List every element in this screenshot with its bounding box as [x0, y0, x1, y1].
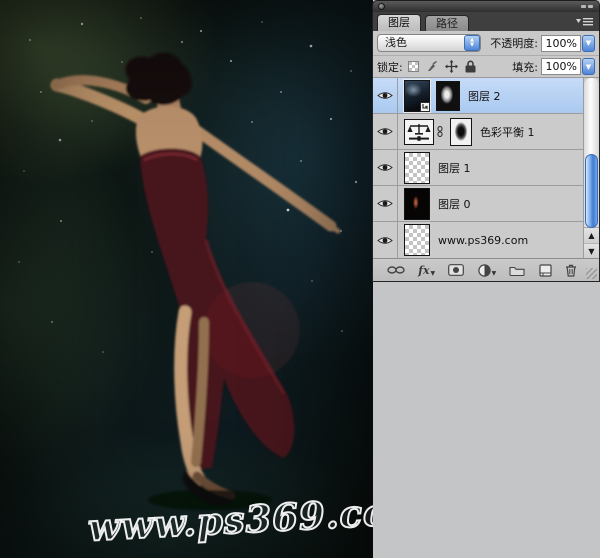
layer-thumbnail[interactable] — [404, 80, 430, 112]
blend-mode-select[interactable]: 浅色 ▲▼ — [377, 34, 481, 52]
scrollbar-thumb[interactable] — [585, 154, 598, 228]
dancer-figure-art — [0, 0, 373, 558]
eye-icon — [377, 235, 393, 246]
adjustment-layer-icon[interactable]: ▼ — [478, 264, 497, 277]
panel-tab-bar: 图层 路径 — [372, 12, 600, 31]
blend-mode-stepper-icon: ▲▼ — [464, 35, 480, 51]
scroll-up-button[interactable]: ▲ — [584, 228, 599, 243]
layer-mask-thumbnail[interactable] — [436, 81, 460, 111]
adjustment-layer-thumbnail[interactable] — [404, 119, 434, 145]
blend-opacity-row: 浅色 ▲▼ 不透明度: 100% ▼ — [373, 31, 599, 56]
lock-transparency-icon[interactable] — [408, 61, 419, 72]
scrollbar-track[interactable] — [584, 78, 599, 227]
opacity-input[interactable]: 100% — [541, 35, 581, 52]
panel-menu-icon[interactable] — [575, 16, 595, 27]
panel-collapse-icon[interactable] — [581, 5, 593, 8]
color-balance-icon — [407, 122, 431, 142]
delete-layer-icon[interactable] — [565, 264, 577, 277]
fill-input[interactable]: 100% — [541, 58, 581, 75]
starfield — [18, 17, 357, 353]
layer-name[interactable]: 图层 0 — [438, 196, 471, 212]
scrollbar: ▲ ▼ — [583, 78, 599, 258]
layer-style-fx-icon[interactable]: fx▼ — [418, 264, 435, 277]
eye-icon — [377, 198, 393, 209]
lock-label: 锁定: — [377, 59, 403, 75]
tab-layers[interactable]: 图层 — [377, 14, 421, 31]
layer-list: 图层 2 — [373, 78, 599, 258]
add-mask-icon[interactable] — [448, 264, 464, 276]
layer-row-layer0[interactable]: 图层 0 — [373, 186, 583, 222]
scroll-down-button[interactable]: ▼ — [584, 243, 599, 258]
panel-footer: fx▼ ▼ — [373, 258, 599, 281]
smart-object-badge-icon — [420, 102, 430, 112]
screenshot-root: www.ps369.com 图层 路径 浅色 ▲▼ — [0, 0, 600, 558]
layers-panel: 图层 路径 浅色 ▲▼ 不透明度: 100% ▼ 锁 — [372, 0, 600, 282]
fill-label: 填充: — [512, 59, 538, 75]
watermark-text: www.ps369.com — [87, 490, 373, 549]
tab-paths[interactable]: 路径 — [425, 15, 469, 31]
panel-body: 浅色 ▲▼ 不透明度: 100% ▼ 锁定: — [372, 31, 600, 282]
canvas-image: www.ps369.com — [0, 0, 373, 558]
layer-mask-thumbnail[interactable] — [450, 118, 472, 146]
layer-name[interactable]: 图层 1 — [438, 160, 471, 176]
layer-thumbnail[interactable] — [404, 152, 430, 184]
layer-name[interactable]: www.ps369.com — [438, 234, 528, 247]
layer-visibility-toggle[interactable] — [373, 114, 398, 149]
opacity-label: 不透明度: — [490, 35, 538, 51]
layer-row-layer2[interactable]: 图层 2 — [373, 78, 583, 114]
layer-visibility-toggle[interactable] — [373, 150, 398, 185]
lock-position-icon[interactable] — [445, 60, 458, 73]
layer-visibility-toggle[interactable] — [373, 186, 398, 221]
layer-row-watermark[interactable]: www.ps369.com — [373, 222, 583, 258]
layer-row-layer1[interactable]: 图层 1 — [373, 150, 583, 186]
scrollbar-arrows: ▲ ▼ — [584, 227, 599, 258]
eye-icon — [377, 162, 393, 173]
mask-link-icon[interactable] — [437, 126, 443, 137]
layer-thumbnail[interactable] — [404, 188, 430, 220]
panel-titlebar[interactable] — [372, 0, 600, 12]
eye-icon — [377, 126, 393, 137]
lock-all-icon[interactable] — [465, 60, 476, 73]
new-group-icon[interactable] — [509, 265, 525, 276]
fill-dropdown-icon[interactable]: ▼ — [582, 58, 595, 75]
layer-row-color-balance-1[interactable]: 色彩平衡 1 — [373, 114, 583, 150]
new-layer-icon[interactable] — [539, 264, 552, 277]
link-icon[interactable] — [387, 265, 405, 275]
layer-name[interactable]: 图层 2 — [468, 88, 501, 104]
layer-visibility-toggle[interactable] — [373, 78, 398, 113]
panel-resize-grip[interactable] — [586, 268, 597, 279]
layer-name[interactable]: 色彩平衡 1 — [480, 124, 535, 140]
blend-mode-value: 浅色 — [385, 36, 407, 49]
panel-close-button[interactable] — [378, 3, 385, 10]
lock-pixels-icon[interactable] — [426, 61, 438, 73]
layer-visibility-toggle[interactable] — [373, 222, 398, 258]
eye-icon — [377, 90, 393, 101]
layer-thumbnail[interactable] — [404, 224, 430, 256]
dancer-silhouette — [57, 53, 338, 510]
opacity-dropdown-icon[interactable]: ▼ — [582, 35, 595, 52]
lock-fill-row: 锁定: 填充: 100% ▼ — [373, 56, 599, 78]
